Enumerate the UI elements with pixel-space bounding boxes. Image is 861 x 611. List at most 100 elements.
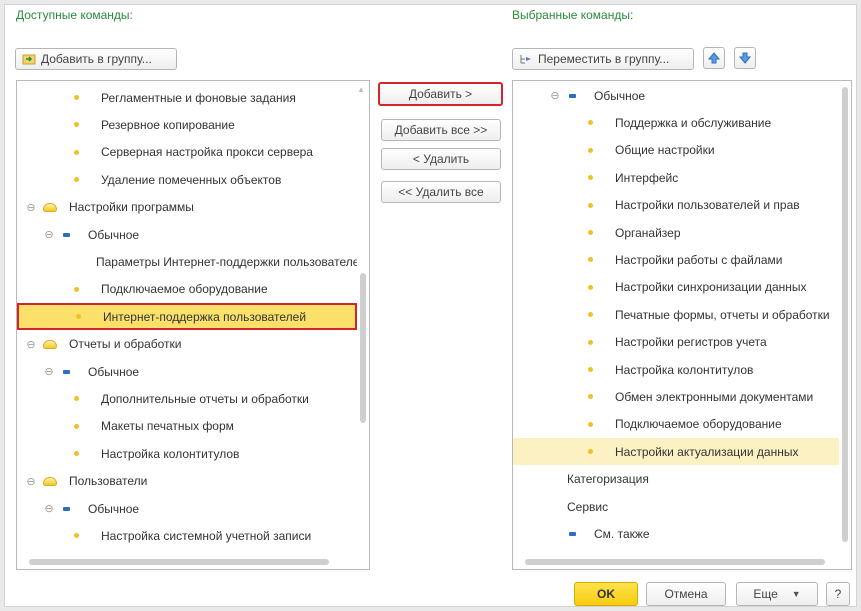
tree-item[interactable]: Обмен электронными документами	[513, 383, 839, 410]
tree-item[interactable]: Регламентные и фоновые задания	[17, 84, 357, 111]
tree-item[interactable]: ⊖ Обычное	[17, 221, 357, 248]
more-button[interactable]: Еще ▼	[736, 582, 818, 606]
tree-item[interactable]: Макеты печатных форм	[17, 413, 357, 440]
cancel-button[interactable]: Отмена	[646, 582, 726, 606]
tree-item[interactable]: ⊖ Пользователи	[17, 468, 357, 495]
subgroup-icon	[63, 369, 70, 374]
collapse-icon[interactable]: ⊖	[549, 89, 561, 102]
tree-item[interactable]: Настройки пользователей и прав	[513, 192, 839, 219]
tree-item[interactable]: ⊖ Обычное	[17, 495, 357, 522]
tree-item[interactable]: ⊖ Обычное	[17, 358, 357, 385]
tree-item[interactable]: ⊖ Отчеты и обработки	[17, 331, 357, 358]
group-folder-icon	[43, 202, 57, 212]
move-down-button[interactable]	[734, 47, 756, 69]
tree-item[interactable]: Категоризация	[513, 466, 839, 493]
tree-item[interactable]: ⊖ Настройки программы	[17, 194, 357, 221]
arrow-down-icon	[739, 52, 751, 64]
tree-item-label: Серверная настройка прокси сервера	[101, 145, 313, 160]
arrow-up-icon	[708, 52, 720, 64]
tree-item[interactable]: Резервное копирование	[17, 111, 357, 138]
collapse-icon[interactable]: ⊖	[25, 201, 37, 214]
tree-item[interactable]: ⊖ Обычное	[513, 82, 839, 109]
add-to-group-button[interactable]: Добавить в группу...	[15, 48, 177, 70]
add-all-button[interactable]: Добавить все >>	[381, 119, 501, 141]
tree-item[interactable]: Поддержка и обслуживание	[513, 109, 839, 136]
add-to-group-icon	[22, 54, 36, 65]
tree-item[interactable]: Настройки регистров учета	[513, 329, 839, 356]
move-up-button[interactable]	[703, 47, 725, 69]
tree-item[interactable]: Общие настройки	[513, 137, 839, 164]
move-to-group-button[interactable]: Переместить в группу...	[512, 48, 694, 70]
tree-item-label: Настройки актуализации данных	[615, 444, 799, 459]
command-icon	[588, 394, 593, 400]
available-commands-tree[interactable]: Регламентные и фоновые задания Резервное …	[16, 80, 370, 570]
tree-item[interactable]: Подключаемое оборудование	[513, 411, 839, 438]
help-button[interactable]: ?	[826, 582, 850, 606]
tree-item-label: Обмен электронными документами	[615, 389, 814, 404]
command-icon	[74, 423, 79, 429]
left-vertical-scroll-thumb[interactable]	[360, 273, 366, 423]
command-icon	[588, 284, 593, 290]
tree-item[interactable]: Удаление помеченных объектов	[17, 166, 357, 193]
right-vertical-scroll-thumb[interactable]	[842, 87, 848, 542]
chevron-down-icon: ▼	[791, 589, 801, 599]
tree-item-label: Пользователи	[69, 474, 148, 489]
command-icon	[588, 202, 593, 208]
command-icon	[588, 339, 593, 345]
tree-item[interactable]: Настройки работы с файлами	[513, 246, 839, 273]
command-icon	[588, 230, 593, 235]
tree-item-label: Настройка колонтитулов	[101, 446, 240, 461]
tree-item-label: Обычное	[88, 364, 140, 379]
collapse-icon[interactable]: ⊖	[25, 475, 37, 488]
ok-button[interactable]: OK	[574, 582, 638, 606]
move-to-group-icon	[520, 55, 531, 64]
group-folder-icon	[43, 476, 57, 486]
tree-item-label: Макеты печатных форм	[101, 419, 234, 434]
right-horizontal-scroll-thumb[interactable]	[525, 559, 825, 565]
remove-all-button[interactable]: << Удалить все	[381, 181, 501, 203]
tree-item-label: Поддержка и обслуживание	[615, 115, 772, 130]
tree-item[interactable]: Настройка колонтитулов	[513, 356, 839, 383]
collapse-icon[interactable]: ⊖	[25, 338, 37, 351]
tree-item[interactable]: Настройка системной учетной записи	[17, 522, 357, 549]
tree-item[interactable]: Настройка колонтитулов	[17, 440, 357, 467]
tree-item[interactable]: Интернет-поддержка пользователей	[17, 303, 357, 331]
tree-item-label: Интернет-поддержка пользователей	[103, 309, 307, 324]
collapse-icon[interactable]: ⊖	[43, 365, 55, 378]
command-icon	[74, 177, 79, 183]
tree-item[interactable]: См. также	[513, 520, 839, 547]
tree-item-label: Сервис	[567, 499, 609, 514]
tree-item-label: Резервное копирование	[101, 117, 235, 132]
command-icon	[74, 149, 79, 155]
tree-item[interactable]: Настройки актуализации данных	[513, 438, 839, 466]
tree-item[interactable]: Настройки синхронизации данных	[513, 274, 839, 301]
left-horizontal-scrollbar[interactable]	[19, 557, 355, 567]
collapse-icon[interactable]: ⊖	[43, 228, 55, 241]
subgroup-icon	[569, 531, 576, 536]
add-button[interactable]: Добавить >	[378, 82, 503, 106]
tree-item[interactable]: Печатные формы, отчеты и обработки	[513, 301, 839, 328]
tree-item[interactable]: Органайзер	[513, 219, 839, 246]
right-horizontal-scrollbar[interactable]	[515, 557, 837, 567]
subgroup-icon	[63, 506, 70, 511]
move-to-group-label: Переместить в группу...	[538, 52, 670, 66]
left-vertical-scrollbar[interactable]	[359, 83, 367, 551]
tree-item-label: Настройки регистров учета	[615, 335, 767, 350]
tree-item[interactable]: Подключаемое оборудование	[17, 276, 357, 303]
available-commands-title: Доступные команды:	[16, 8, 133, 22]
tree-item[interactable]: Дополнительные отчеты и обработки	[17, 385, 357, 412]
tree-item[interactable]: Интерфейс	[513, 164, 839, 191]
command-icon	[588, 175, 593, 181]
collapse-icon[interactable]: ⊖	[43, 502, 55, 515]
tree-item[interactable]: Сервис	[513, 493, 839, 520]
left-horizontal-scroll-thumb[interactable]	[29, 559, 329, 565]
tree-item-label: Категоризация	[567, 472, 649, 487]
tree-item-label: Отчеты и обработки	[69, 337, 182, 352]
tree-item[interactable]: Параметры Интернет-поддержки пользовател…	[17, 248, 357, 275]
command-icon	[76, 314, 81, 320]
remove-button[interactable]: < Удалить	[381, 148, 501, 170]
right-vertical-scrollbar[interactable]	[841, 83, 849, 551]
command-icon	[588, 147, 593, 153]
tree-item[interactable]: Серверная настройка прокси сервера	[17, 139, 357, 166]
selected-commands-tree[interactable]: ⊖ Обычное Поддержка и обслуживание Общие на…	[512, 80, 852, 570]
